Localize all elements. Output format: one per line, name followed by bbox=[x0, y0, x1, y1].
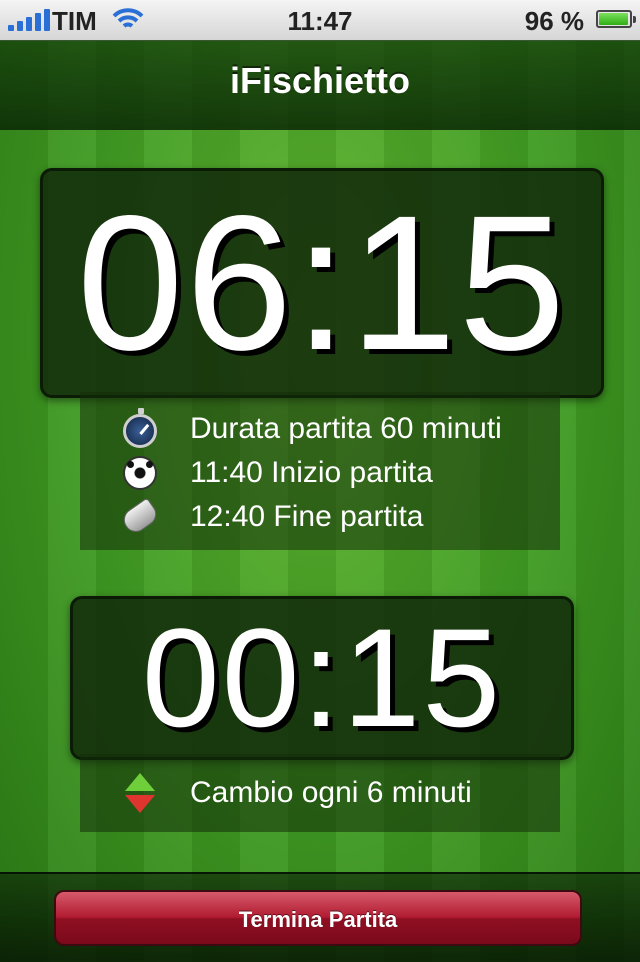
substitution-interval-text: Cambio ogni 6 minuti bbox=[190, 776, 472, 809]
match-duration-text: Durata partita 60 minuti bbox=[190, 412, 502, 445]
swap-arrows-icon bbox=[120, 773, 160, 813]
soccer-ball-icon bbox=[120, 453, 160, 493]
match-start-text: 11:40 Inizio partita bbox=[190, 456, 433, 489]
battery-percent: 96 % bbox=[524, 6, 584, 36]
match-start-row: 11:40 Inizio partita bbox=[120, 450, 433, 496]
bottom-toolbar: Termina Partita bbox=[0, 872, 640, 962]
navigation-bar: iFischietto bbox=[0, 40, 640, 130]
match-info-box: Durata partita 60 minuti 11:40 Inizio pa… bbox=[80, 392, 560, 550]
substitution-timer-value: 00:15 bbox=[141, 599, 503, 756]
battery-fill bbox=[599, 13, 628, 25]
match-end-row: 12:40 Fine partita bbox=[119, 494, 424, 540]
end-match-button[interactable]: Termina Partita bbox=[54, 890, 582, 946]
match-timer-value: 06:15 bbox=[76, 175, 568, 390]
page-title: iFischietto bbox=[229, 60, 411, 101]
match-timer-display: 06:15 bbox=[40, 168, 604, 398]
status-bar: TIM 11:47 96 % bbox=[0, 0, 640, 41]
match-end-text: 12:40 Fine partita bbox=[190, 500, 424, 533]
substitution-interval-row: Cambio ogni 6 minuti bbox=[120, 770, 472, 816]
stopwatch-icon bbox=[120, 408, 160, 449]
substitution-timer-display: 00:15 bbox=[70, 596, 574, 760]
battery-icon bbox=[596, 10, 636, 28]
whistle-icon bbox=[119, 497, 161, 537]
match-duration-row: Durata partita 60 minuti bbox=[120, 406, 502, 452]
substitution-info-box: Cambio ogni 6 minuti bbox=[80, 754, 560, 832]
